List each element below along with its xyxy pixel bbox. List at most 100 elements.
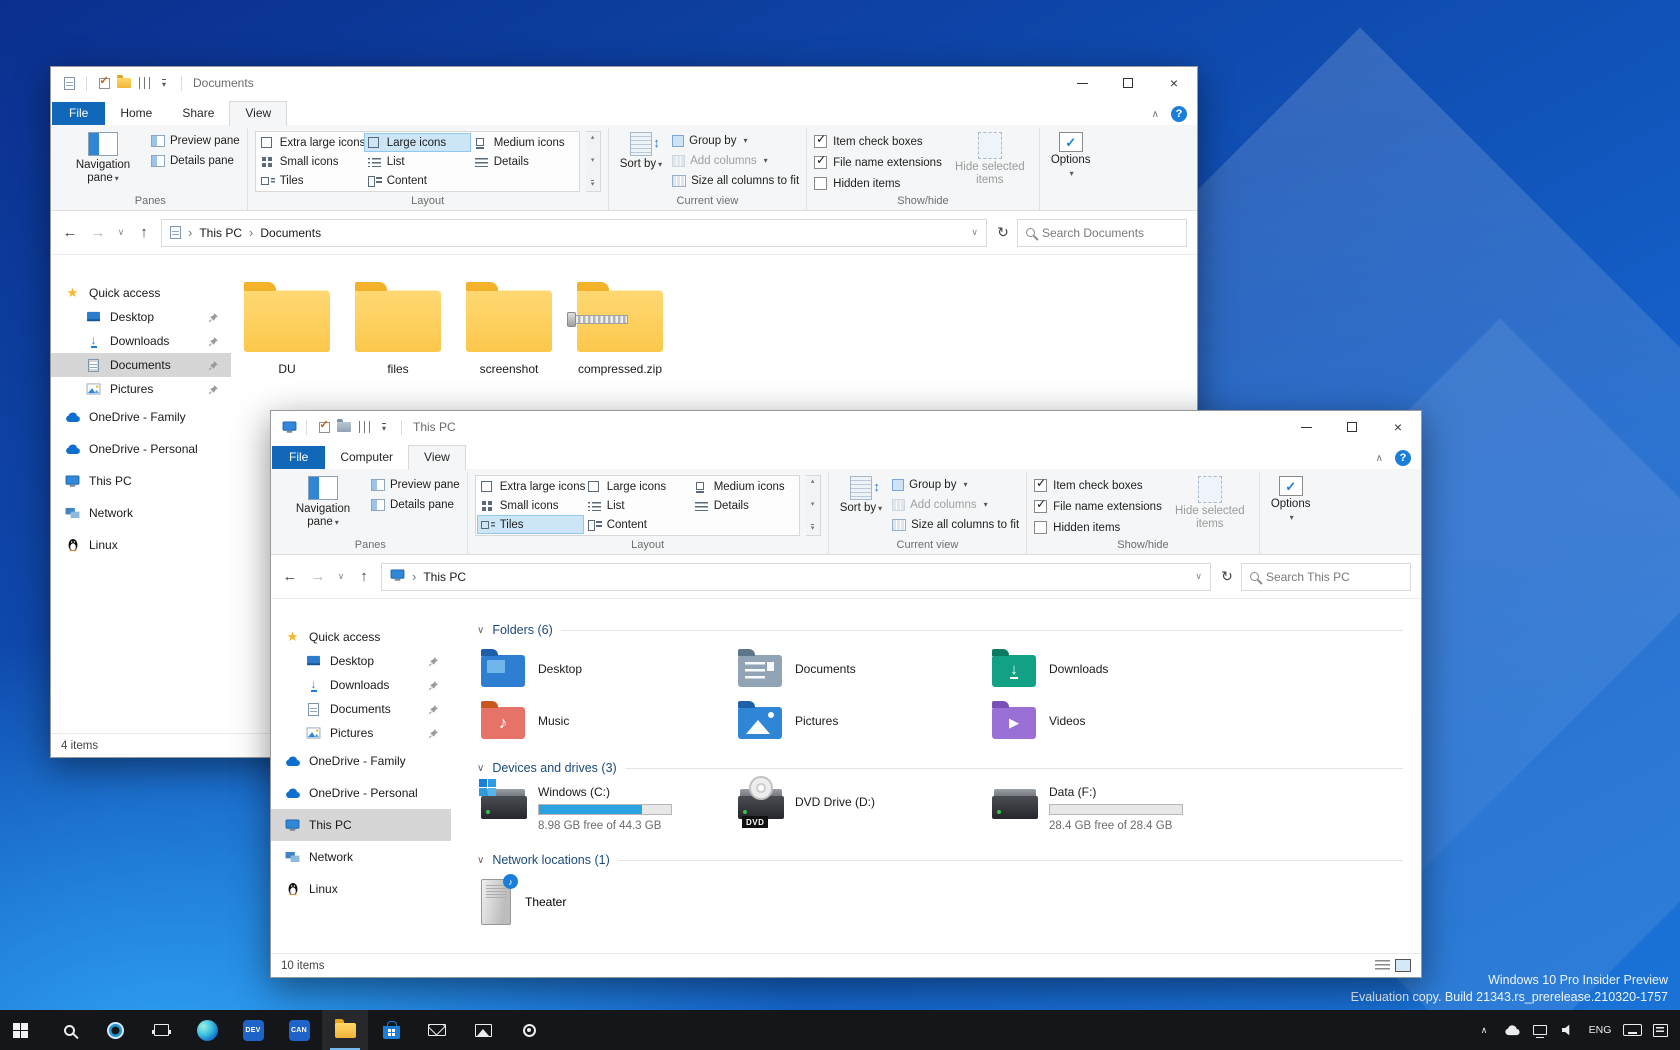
details-view-toggle[interactable] (1375, 960, 1390, 972)
docs-tab-file[interactable]: File (52, 102, 105, 125)
pc-extra-large-icons-option[interactable]: Extra large icons (477, 477, 584, 496)
docs-details-option[interactable]: Details (471, 152, 578, 171)
pc-size-columns-button[interactable]: Size all columns to fit (892, 515, 1019, 534)
docs-sidebar-onedrive-personal[interactable]: OneDrive - Personal (51, 433, 231, 465)
pc-tab-view[interactable]: View (408, 445, 466, 470)
docs-up-button[interactable]: ↑ (131, 220, 157, 246)
pc-file-name-extensions-checkbox[interactable]: ✓File name extensions (1034, 497, 1162, 516)
pc-address-bar[interactable]: › This PC ∨ (381, 563, 1211, 591)
taskbar-mail-button[interactable] (414, 1010, 460, 1050)
pc-sidebar-desktop[interactable]: Desktop (271, 649, 451, 673)
pc-recent-locations-button[interactable]: ∨ (333, 564, 349, 590)
desktop[interactable]: ✓ ▾ Documents × File Home Share View ∧ ? (0, 0, 1680, 1050)
pc-large-icons-option[interactable]: Large icons (584, 477, 691, 496)
folder-item-screenshot[interactable]: screenshot (461, 281, 557, 376)
pc-gallery-scrollbar[interactable]: ▴ ▾ ▾ (806, 475, 821, 536)
docs-sidebar-network[interactable]: Network (51, 497, 231, 529)
pc-sidebar-downloads[interactable]: ↓Downloads (271, 673, 451, 697)
pc-sidebar-pictures[interactable]: Pictures (271, 721, 451, 745)
docs-sidebar-this-pc[interactable]: This PC (51, 465, 231, 497)
pc-details-pane-button[interactable]: Details pane (371, 495, 460, 514)
taskbar-photos-button[interactable] (460, 1010, 506, 1050)
task-view-button[interactable] (138, 1010, 184, 1050)
pc-tiles-option[interactable]: Tiles (477, 515, 584, 534)
gallery-up-icon[interactable]: ▴ (591, 134, 595, 142)
pc-qat-customize-button[interactable]: ▾ (374, 416, 394, 438)
taskbar-settings-button[interactable] (506, 1010, 552, 1050)
docs-options-button[interactable]: ✓ Options ▾ (1047, 130, 1095, 182)
pc-preview-pane-button[interactable]: Preview pane (371, 475, 460, 494)
collapse-section-icon[interactable]: ∨ (477, 625, 484, 636)
docs-hide-selected-button[interactable]: Hide selected items (948, 130, 1032, 189)
pc-forward-button[interactable]: → (305, 564, 331, 590)
docs-refresh-button[interactable]: ↻ (991, 224, 1015, 241)
taskbar-store-button[interactable] (368, 1010, 414, 1050)
folder-tile-music[interactable]: ♪Music (481, 695, 738, 747)
pc-item-check-boxes-checkbox[interactable]: ✓Item check boxes (1034, 476, 1162, 495)
docs-medium-icons-option[interactable]: Medium icons (471, 133, 578, 152)
docs-qat-customize-button[interactable]: ▾ (154, 72, 174, 94)
pc-file-area[interactable]: ∨ Folders (6) Desktop Documents ↓Downloa… (451, 599, 1421, 953)
docs-recent-locations-button[interactable]: ∨ (113, 220, 129, 246)
address-dropdown-icon[interactable]: ∨ (971, 227, 978, 238)
docs-group-by-button[interactable]: Group by▾ (672, 131, 799, 150)
pc-medium-icons-option[interactable]: Medium icons (691, 477, 798, 496)
docs-list-option[interactable]: List (364, 152, 471, 171)
language-indicator[interactable]: ENG (1582, 1010, 1618, 1050)
pc-sidebar-network[interactable]: Network (271, 841, 451, 873)
pc-sidebar-onedrive-family[interactable]: OneDrive - Family (271, 745, 451, 777)
start-button[interactable] (0, 1010, 46, 1050)
docs-tab-home[interactable]: Home (105, 102, 167, 125)
network-section-header[interactable]: ∨ Network locations (1) (477, 849, 1403, 871)
docs-file-name-extensions-checkbox[interactable]: ✓File name extensions (814, 153, 942, 172)
docs-content-option[interactable]: Content (364, 171, 471, 190)
docs-details-pane-button[interactable]: Details pane (151, 151, 240, 170)
pc-maximize-button[interactable] (1329, 411, 1375, 443)
docs-gallery-scrollbar[interactable]: ▴ ▾ ▾ (586, 131, 601, 192)
pc-close-button[interactable]: × (1375, 411, 1421, 443)
docs-add-columns-button[interactable]: Add columns▾ (672, 151, 799, 170)
pc-refresh-button[interactable]: ↻ (1215, 568, 1239, 585)
pc-tab-file[interactable]: File (272, 446, 325, 469)
address-dropdown-icon[interactable]: ∨ (1195, 571, 1202, 582)
pc-list-option[interactable]: List (584, 496, 691, 515)
docs-breadcrumb-documents[interactable]: Documents (260, 226, 321, 240)
network-tray-button[interactable] (1526, 1010, 1554, 1050)
docs-qat-rename-button[interactable] (134, 72, 154, 94)
docs-large-icons-option[interactable]: Large icons (364, 133, 471, 152)
docs-qat-new-folder-button[interactable] (114, 72, 134, 94)
docs-tab-view[interactable]: View (229, 101, 287, 126)
folder-item-du[interactable]: DU (239, 281, 335, 376)
docs-tab-share[interactable]: Share (167, 102, 229, 125)
gallery-down-icon[interactable]: ▾ (591, 157, 595, 165)
docs-sidebar-documents[interactable]: Documents (51, 353, 231, 377)
docs-back-button[interactable]: ← (57, 220, 83, 246)
help-icon[interactable]: ? (1171, 106, 1187, 122)
gallery-more-icon[interactable]: ▾ (811, 524, 815, 533)
pc-sidebar-this-pc[interactable]: This PC (271, 809, 451, 841)
docs-tiles-option[interactable]: Tiles (257, 171, 364, 190)
docs-sidebar-pictures[interactable]: Pictures (51, 377, 231, 401)
pc-hidden-items-checkbox[interactable]: Hidden items (1034, 518, 1162, 537)
pc-search-input[interactable] (1266, 570, 1402, 584)
docs-qat-properties-button[interactable]: ✓ (94, 72, 114, 94)
docs-sidebar-onedrive-family[interactable]: OneDrive - Family (51, 401, 231, 433)
docs-sidebar-quick-access[interactable]: ★Quick access (51, 281, 231, 305)
pc-title-bar[interactable]: ✓ ▾ This PC × (271, 411, 1421, 443)
docs-small-icons-option[interactable]: Small icons (257, 152, 364, 171)
pc-add-columns-button[interactable]: Add columns▾ (892, 495, 1019, 514)
gallery-down-icon[interactable]: ▾ (811, 501, 815, 509)
collapse-section-icon[interactable]: ∨ (477, 855, 484, 866)
docs-title-bar[interactable]: ✓ ▾ Documents × (51, 67, 1197, 99)
pc-qat-properties-button[interactable]: ✓ (314, 416, 334, 438)
folder-tile-downloads[interactable]: ↓Downloads (992, 643, 1246, 695)
docs-size-columns-button[interactable]: Size all columns to fit (672, 171, 799, 190)
docs-preview-pane-button[interactable]: Preview pane (151, 131, 240, 150)
folders-section-header[interactable]: ∨ Folders (6) (477, 619, 1403, 641)
docs-sidebar-downloads[interactable]: ↓Downloads (51, 329, 231, 353)
docs-sidebar-linux[interactable]: Linux (51, 529, 231, 561)
action-center-button[interactable] (1646, 1010, 1674, 1050)
drive-tile-dvd-d[interactable]: DVD DVD Drive (D:) (738, 781, 992, 839)
docs-breadcrumb-this-pc[interactable]: This PC (199, 226, 242, 240)
drive-tile-data-f[interactable]: Data (F:) 28.4 GB free of 28.4 GB (992, 781, 1246, 839)
